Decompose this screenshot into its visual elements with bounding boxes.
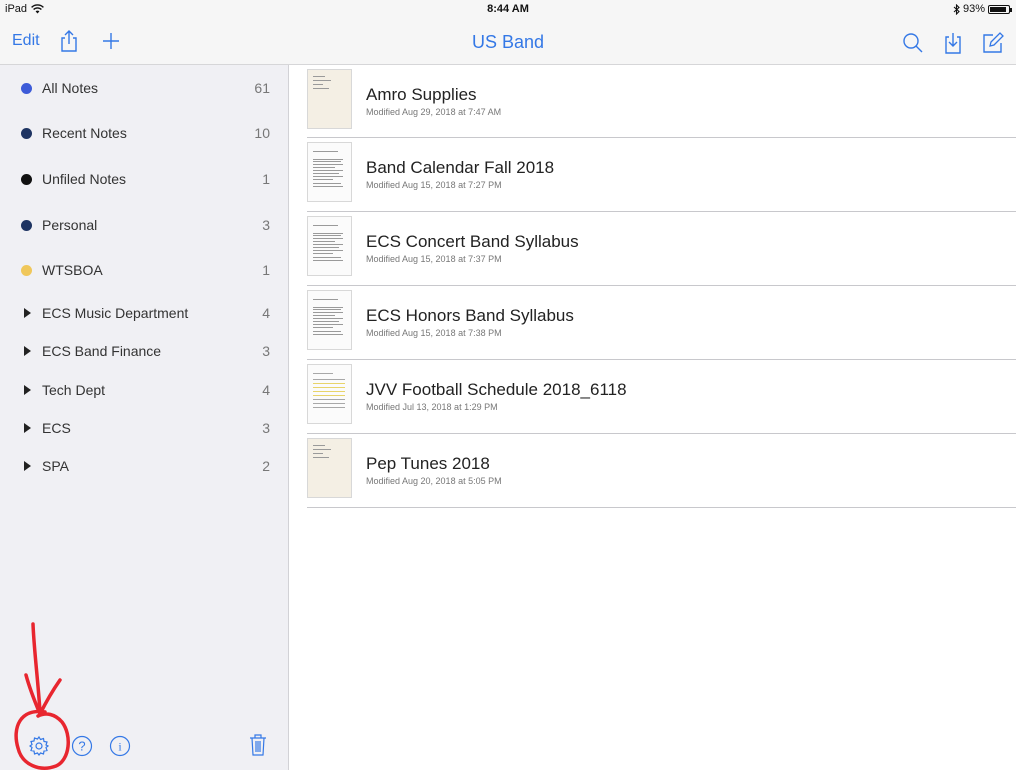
note-thumbnail xyxy=(307,290,352,350)
svg-text:?: ? xyxy=(78,739,85,754)
status-bar: iPad 8:44 AM 93% xyxy=(0,0,1016,20)
sidebar-item-all-notes[interactable]: All Notes 61 xyxy=(0,73,288,103)
sidebar-item-personal[interactable]: Personal 3 xyxy=(0,210,288,240)
help-icon[interactable]: ? xyxy=(69,733,95,759)
note-thumbnail xyxy=(307,364,352,424)
note-row[interactable]: Band Calendar Fall 2018 Modified Aug 15, … xyxy=(307,138,1016,212)
sidebar-item-ecs-band-finance[interactable]: ECS Band Finance 3 xyxy=(0,336,288,366)
disclosure-triangle-icon[interactable] xyxy=(24,461,31,471)
note-row[interactable]: JVV Football Schedule 2018_6118 Modified … xyxy=(307,360,1016,434)
note-title: Pep Tunes 2018 xyxy=(366,454,490,473)
sidebar-item-count: 4 xyxy=(262,382,270,398)
sidebar-item-count: 1 xyxy=(262,262,270,278)
sidebar-item-label: ECS Band Finance xyxy=(42,343,162,359)
note-title: Band Calendar Fall 2018 xyxy=(366,158,555,177)
note-thumbnail xyxy=(307,216,352,276)
sidebar-item-ecs[interactable]: ECS 3 xyxy=(0,413,288,443)
note-modified-date: Modified Aug 15, 2018 at 7:27 PM xyxy=(366,180,502,190)
status-time: 8:44 AM xyxy=(487,3,529,15)
sidebar-item-count: 3 xyxy=(262,343,270,359)
sidebar-item-count: 2 xyxy=(262,458,270,474)
sidebar-item-label: ECS Music Department xyxy=(42,305,189,321)
sidebar-item-count: 4 xyxy=(262,305,270,321)
note-thumbnail xyxy=(307,69,352,129)
sidebar-item-recent-notes[interactable]: Recent Notes 10 xyxy=(0,118,288,148)
notebook-color-dot xyxy=(21,219,32,231)
note-title: ECS Honors Band Syllabus xyxy=(366,306,574,325)
sidebar-item-spa[interactable]: SPA 2 xyxy=(0,451,288,481)
trash-icon[interactable] xyxy=(245,732,271,758)
battery-icon xyxy=(988,4,1012,14)
note-modified-date: Modified Aug 29, 2018 at 7:47 AM xyxy=(366,107,502,117)
sidebar-item-label: SPA xyxy=(42,458,69,474)
sidebar-item-unfiled-notes[interactable]: Unfiled Notes 1 xyxy=(0,164,288,194)
note-row[interactable]: Pep Tunes 2018 Modified Aug 20, 2018 at 5… xyxy=(307,434,1016,508)
compose-icon[interactable] xyxy=(980,30,1006,56)
sidebar: All Notes 61 Recent Notes 10 Unfiled Notes 1 P… xyxy=(0,65,289,770)
sidebar-item-label: Tech Dept xyxy=(42,382,106,398)
settings-gear-icon[interactable] xyxy=(26,733,52,759)
disclosure-triangle-icon[interactable] xyxy=(24,308,31,318)
notebook-color-dot xyxy=(21,127,32,139)
sidebar-item-wtsboa[interactable]: WTSBOA 1 xyxy=(0,255,288,285)
disclosure-triangle-icon[interactable] xyxy=(24,346,31,356)
note-row[interactable]: ECS Honors Band Syllabus Modified Aug 15,… xyxy=(307,286,1016,360)
sidebar-item-label: Personal xyxy=(42,217,98,233)
sidebar-item-label: Unfiled Notes xyxy=(42,171,127,187)
note-title: ECS Concert Band Syllabus xyxy=(366,232,579,251)
note-list: Amro Supplies Modified Aug 29, 2018 at 7:… xyxy=(307,65,1016,508)
note-modified-date: Modified Jul 13, 2018 at 1:29 PM xyxy=(366,402,498,412)
import-icon[interactable] xyxy=(940,30,966,56)
note-row[interactable]: ECS Concert Band Syllabus Modified Aug 15… xyxy=(307,212,1016,286)
sidebar-item-count: 61 xyxy=(254,80,270,96)
disclosure-triangle-icon[interactable] xyxy=(24,423,31,433)
notebook-color-dot xyxy=(21,264,32,276)
note-modified-date: Modified Aug 15, 2018 at 7:37 PM xyxy=(366,254,502,264)
info-icon[interactable]: i xyxy=(107,733,133,759)
sidebar-item-label: ECS xyxy=(42,420,71,436)
note-title: JVV Football Schedule 2018_6118 xyxy=(366,380,627,399)
sidebar-item-ecs-music-department[interactable]: ECS Music Department 4 xyxy=(0,298,288,328)
sidebar-item-tech-dept[interactable]: Tech Dept 4 xyxy=(0,375,288,405)
note-modified-date: Modified Aug 15, 2018 at 7:38 PM xyxy=(366,328,502,338)
note-modified-date: Modified Aug 20, 2018 at 5:05 PM xyxy=(366,476,502,486)
notebook-color-dot xyxy=(21,82,32,94)
sidebar-item-label: Recent Notes xyxy=(42,125,127,141)
page-title: US Band xyxy=(471,32,545,52)
bluetooth-icon xyxy=(953,3,960,15)
notebook-color-dot xyxy=(21,173,32,185)
navigation-bar: Edit US Band xyxy=(0,20,1016,65)
note-thumbnail xyxy=(307,142,352,202)
sidebar-footer: ? i xyxy=(0,722,288,770)
note-title: Amro Supplies xyxy=(366,85,477,104)
sidebar-item-label: All Notes xyxy=(42,80,99,96)
sidebar-item-count: 3 xyxy=(262,420,270,436)
svg-text:i: i xyxy=(118,740,122,754)
search-icon[interactable] xyxy=(900,30,926,56)
disclosure-triangle-icon[interactable] xyxy=(24,385,31,395)
sidebar-item-label: WTSBOA xyxy=(42,262,103,278)
battery-percent: 93% xyxy=(962,3,985,15)
note-row[interactable]: Amro Supplies Modified Aug 29, 2018 at 7:… xyxy=(307,65,1016,138)
sidebar-item-count: 10 xyxy=(254,125,270,141)
note-thumbnail xyxy=(307,438,352,498)
sidebar-item-count: 3 xyxy=(262,217,270,233)
sidebar-item-count: 1 xyxy=(262,171,270,187)
